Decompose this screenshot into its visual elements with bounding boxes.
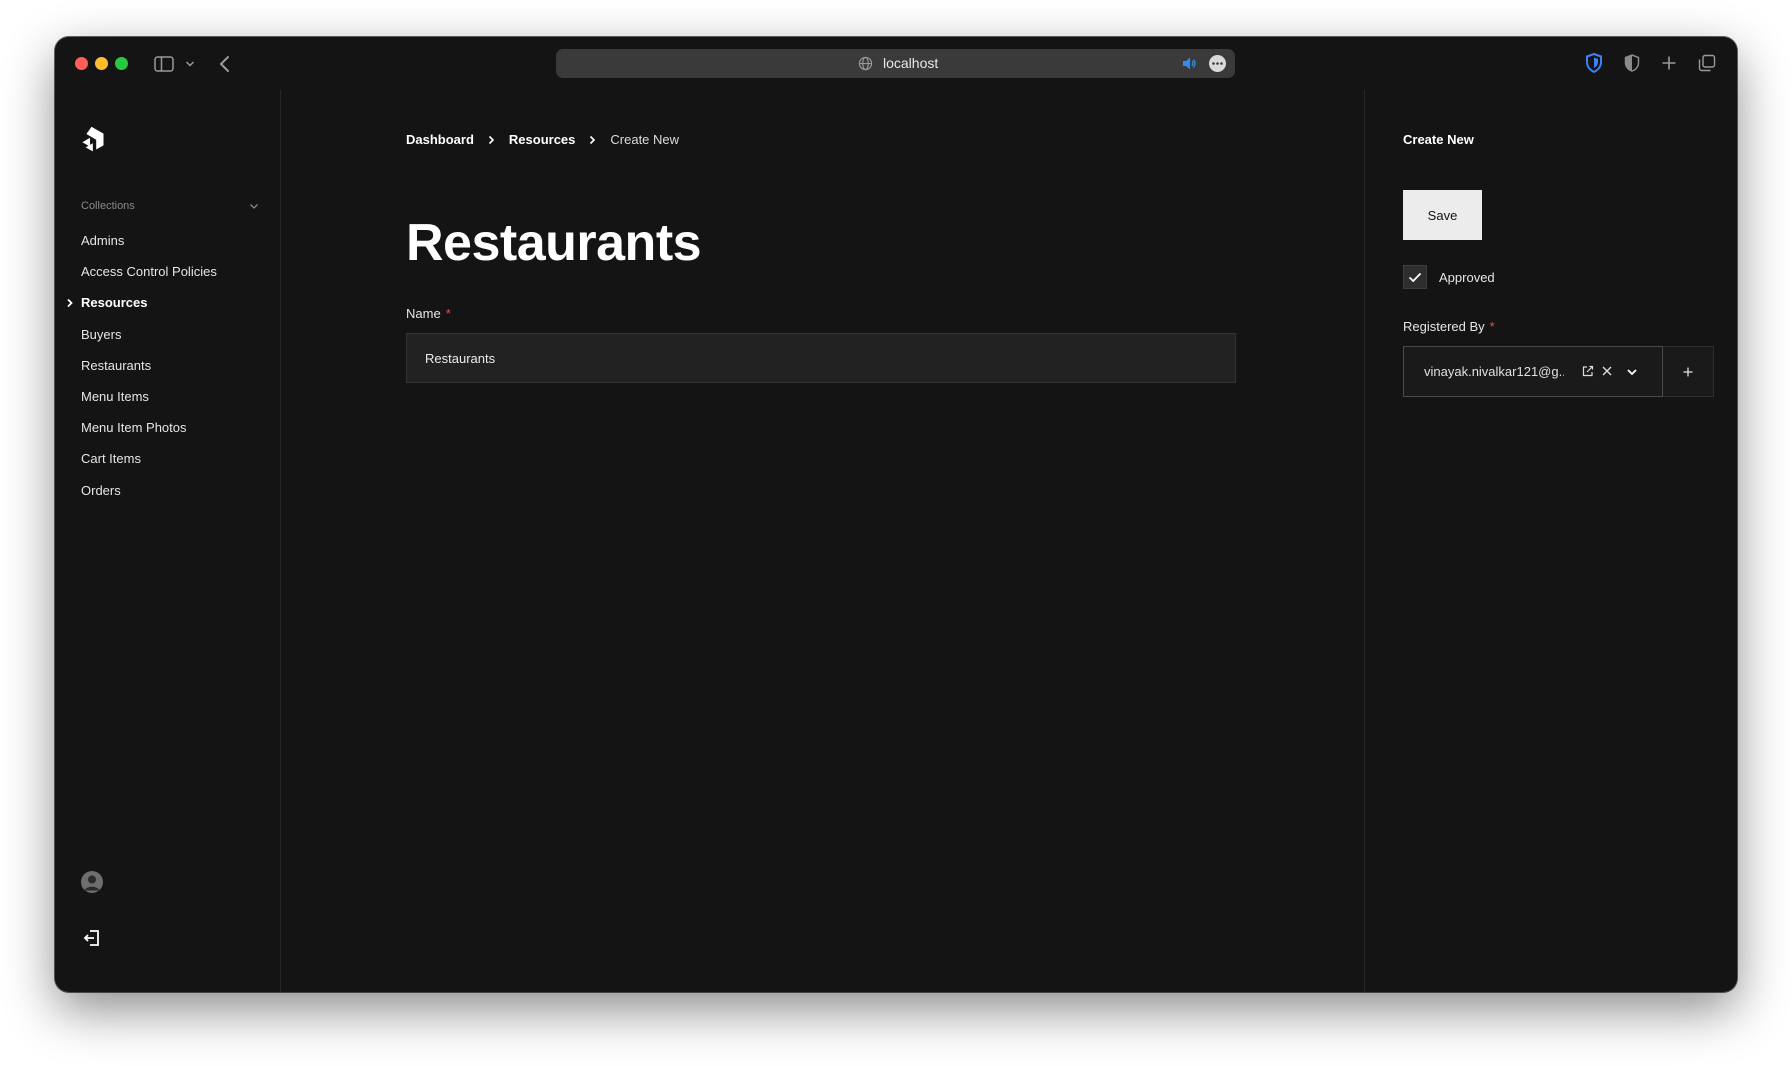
sidebar-item-restaurants[interactable]: Restaurants (81, 350, 271, 381)
sidebar-item-access-control-policies[interactable]: Access Control Policies (81, 256, 271, 287)
privacy-shield-icon[interactable] (1621, 52, 1643, 74)
sidebar-item-label: Menu Items (81, 389, 149, 405)
breadcrumb: Dashboard Resources Create New (406, 132, 679, 147)
new-tab-icon[interactable] (1658, 52, 1680, 74)
collections-nav: Admins Access Control Policies Resources… (67, 225, 271, 506)
minimize-window-button[interactable] (95, 57, 108, 70)
chevron-down-icon[interactable] (183, 53, 197, 75)
sidebar-item-resources[interactable]: Resources (67, 287, 271, 318)
chevron-right-icon (589, 135, 596, 145)
speaker-icon[interactable] (1181, 56, 1197, 71)
collections-toggle[interactable]: Collections (81, 198, 259, 214)
password-manager-icon[interactable] (1583, 52, 1605, 74)
sidebar-item-orders[interactable]: Orders (81, 475, 271, 506)
payload-logo-icon[interactable] (81, 126, 105, 152)
sidebar-item-label: Restaurants (81, 357, 152, 373)
sidebar-item-label: Access Control Policies (81, 264, 217, 280)
registered-by-value: vinayak.nivalkar121@g... (1424, 364, 1564, 379)
approved-field: Approved (1403, 265, 1495, 289)
page-title: Restaurants (406, 214, 702, 272)
name-input[interactable] (406, 333, 1236, 383)
clear-icon[interactable] (1601, 365, 1613, 377)
checkmark-icon (1408, 272, 1422, 282)
name-field-label: Name * (406, 306, 451, 321)
approved-label: Approved (1439, 269, 1495, 285)
browser-window: localhost Collections Admins Access Cont… (55, 37, 1737, 992)
logout-icon[interactable] (82, 928, 102, 948)
browser-titlebar: localhost (55, 37, 1737, 90)
chevron-right-icon (488, 135, 495, 145)
breadcrumb-dashboard[interactable]: Dashboard (406, 132, 474, 147)
breadcrumb-resources[interactable]: Resources (509, 132, 575, 147)
chevron-down-icon (250, 203, 258, 209)
globe-icon (858, 56, 873, 71)
collections-label: Collections (81, 200, 135, 212)
registered-by-label-text: Registered By (1403, 319, 1485, 334)
save-button[interactable]: Save (1403, 190, 1482, 240)
approved-checkbox[interactable] (1403, 265, 1427, 289)
sidebar: Collections Admins Access Control Polici… (55, 90, 281, 992)
chevron-right-icon (66, 298, 81, 308)
registered-by-label: Registered By * (1403, 319, 1495, 334)
sidebar-item-menu-items[interactable]: Menu Items (81, 381, 271, 412)
user-avatar-icon[interactable] (81, 871, 103, 893)
panel-title: Create New (1403, 132, 1474, 147)
sidebar-item-label: Admins (81, 233, 125, 249)
sidebar-item-label: Cart Items (81, 451, 141, 467)
app-content: Collections Admins Access Control Polici… (55, 90, 1737, 992)
required-marker: * (445, 306, 451, 321)
main-content: Dashboard Resources Create New Restauran… (281, 90, 1364, 992)
breadcrumb-create-new: Create New (610, 132, 680, 147)
registered-by-select[interactable]: vinayak.nivalkar121@g... (1403, 346, 1663, 397)
document-sidebar: Create New Save Approved Registered By * … (1364, 90, 1737, 992)
edit-icon[interactable] (1582, 365, 1594, 377)
sidebar-item-menu-item-photos[interactable]: Menu Item Photos (81, 412, 271, 443)
more-options-icon[interactable] (1209, 55, 1226, 72)
required-marker: * (1489, 319, 1495, 334)
zoom-window-button[interactable] (115, 57, 128, 70)
sidebar-item-label: Orders (81, 482, 121, 498)
sidebar-item-label: Buyers (81, 326, 122, 342)
name-label-text: Name (406, 306, 441, 321)
sidebar-toggle-icon[interactable] (153, 53, 175, 75)
sidebar-item-cart-items[interactable]: Cart Items (81, 443, 271, 474)
sidebar-item-admins[interactable]: Admins (81, 225, 271, 256)
back-arrow-icon[interactable] (215, 53, 233, 75)
close-window-button[interactable] (75, 57, 88, 70)
address-bar[interactable]: localhost (556, 49, 1235, 78)
plus-icon (1683, 367, 1693, 376)
tab-overview-icon[interactable] (1696, 52, 1718, 74)
sidebar-item-buyers[interactable]: Buyers (81, 319, 271, 350)
add-new-user-button[interactable] (1663, 346, 1714, 397)
chevron-down-icon[interactable] (1626, 366, 1638, 378)
sidebar-item-label: Resources (81, 295, 148, 311)
sidebar-item-label: Menu Item Photos (81, 420, 187, 436)
url-text: localhost (883, 55, 939, 71)
